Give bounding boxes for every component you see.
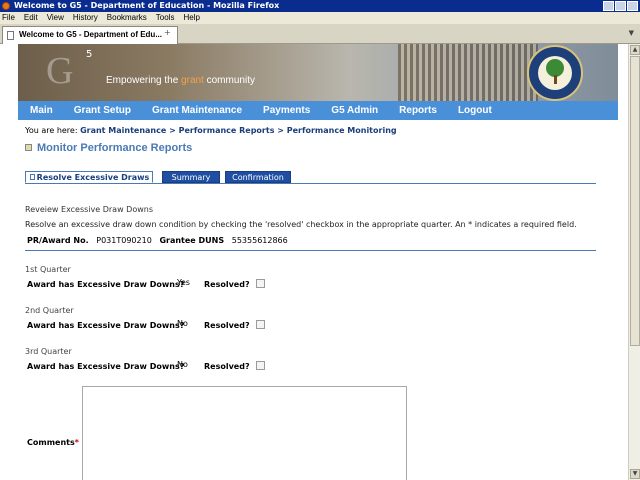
grantee-duns: 55355612866 xyxy=(231,236,288,245)
nav-payments[interactable]: Payments xyxy=(263,105,310,116)
banner-tagline: Empowering the grant community xyxy=(106,75,255,86)
title-bullet-icon xyxy=(25,144,32,151)
window-controls xyxy=(603,1,638,11)
nav-logout[interactable]: Logout xyxy=(458,105,492,116)
page-title: Monitor Performance Reports xyxy=(25,142,192,154)
quarter-row: Award has Excessive Draw Downs? No Resol… xyxy=(27,319,265,330)
excessive-draw-value: No xyxy=(177,360,188,369)
quarter-row: Award has Excessive Draw Downs? Yes Reso… xyxy=(27,278,265,289)
window-title: Welcome to G5 - Department of Education … xyxy=(14,1,280,10)
page-icon xyxy=(7,31,14,40)
menu-bookmarks[interactable]: Bookmarks xyxy=(107,12,147,24)
menu-view[interactable]: View xyxy=(47,12,64,24)
tab-list-chevron-icon[interactable]: ▼ xyxy=(629,29,634,37)
section-instructions: Resolve an excessive draw down condition… xyxy=(25,220,577,229)
vertical-scrollbar[interactable]: ▲ ▼ xyxy=(628,44,640,480)
quarter-label: 3rd Quarter xyxy=(25,347,72,356)
pr-award-number: P031T090210 xyxy=(96,236,152,245)
resolved-checkbox-q1[interactable] xyxy=(256,279,265,288)
department-seal-icon xyxy=(527,45,583,101)
page-viewport: G 5 Empowering the grant community Main … xyxy=(0,44,628,480)
g5-banner: G 5 Empowering the grant community xyxy=(18,44,618,101)
breadcrumb-grant-maintenance[interactable]: Grant Maintenance xyxy=(80,126,166,135)
scroll-thumb[interactable] xyxy=(630,56,640,346)
comments-textarea[interactable] xyxy=(82,386,407,480)
new-tab-icon[interactable]: + xyxy=(164,28,171,37)
divider xyxy=(25,250,596,251)
page-icon xyxy=(30,174,35,180)
page-gutter xyxy=(0,44,18,480)
breadcrumb-performance-monitoring[interactable]: Performance Monitoring xyxy=(287,126,397,135)
page-content: G 5 Empowering the grant community Main … xyxy=(18,44,618,480)
menu-help[interactable]: Help xyxy=(183,12,199,24)
menu-edit[interactable]: Edit xyxy=(24,12,38,24)
nav-reports[interactable]: Reports xyxy=(399,105,437,116)
quarter-label: 2nd Quarter xyxy=(25,306,74,315)
scroll-down-icon[interactable]: ▼ xyxy=(630,469,640,479)
nav-grant-maintenance[interactable]: Grant Maintenance xyxy=(152,105,242,116)
tab-confirmation[interactable]: Confirmation xyxy=(225,171,291,183)
award-info: PR/Award No. P031T090210 Grantee DUNS 55… xyxy=(27,236,288,245)
nav-g5-admin[interactable]: G5 Admin xyxy=(331,105,378,116)
menu-history[interactable]: History xyxy=(73,12,98,24)
section-title: Reveiew Excessive Draw Downs xyxy=(25,205,154,214)
tab-resolve-excessive-draws[interactable]: Resolve Excessive Draws xyxy=(25,171,153,183)
maximize-button[interactable] xyxy=(615,1,626,11)
firefox-icon xyxy=(2,2,10,10)
menu-tools[interactable]: Tools xyxy=(156,12,175,24)
excessive-draw-value: Yes xyxy=(177,278,190,287)
browser-tab[interactable]: Welcome to G5 - Department of Edu... xyxy=(2,26,178,44)
resolved-checkbox-q2[interactable] xyxy=(256,320,265,329)
menu-bar: File Edit View History Bookmarks Tools H… xyxy=(0,12,640,24)
library-shelves-image xyxy=(398,44,538,101)
comments-label: Comments* xyxy=(27,438,79,447)
menu-file[interactable]: File xyxy=(2,12,15,24)
browser-tab-title: Welcome to G5 - Department of Edu... xyxy=(19,30,162,39)
g5-logo-sup: 5 xyxy=(86,49,93,60)
browser-tab-strip: Welcome to G5 - Department of Edu... + ▼ xyxy=(0,24,640,44)
quarter-label: 1st Quarter xyxy=(25,265,71,274)
excessive-draw-value: No xyxy=(177,319,188,328)
nav-grant-setup[interactable]: Grant Setup xyxy=(74,105,131,116)
main-nav: Main Grant Setup Grant Maintenance Payme… xyxy=(18,101,618,120)
breadcrumb-performance-reports[interactable]: Performance Reports xyxy=(179,126,275,135)
minimize-button[interactable] xyxy=(603,1,614,11)
breadcrumb: You are here: Grant Maintenance > Perfor… xyxy=(25,126,397,135)
scroll-up-icon[interactable]: ▲ xyxy=(630,45,640,55)
window-titlebar: Welcome to G5 - Department of Education … xyxy=(0,0,640,12)
quarter-row: Award has Excessive Draw Downs? No Resol… xyxy=(27,360,265,371)
resolved-checkbox-q3[interactable] xyxy=(256,361,265,370)
nav-main[interactable]: Main xyxy=(30,105,53,116)
tab-summary[interactable]: Summary xyxy=(162,171,220,183)
close-window-button[interactable] xyxy=(627,1,638,11)
g5-logo: G xyxy=(46,50,74,92)
form-tabs: Resolve Excessive Draws Summary Confirma… xyxy=(25,171,596,184)
